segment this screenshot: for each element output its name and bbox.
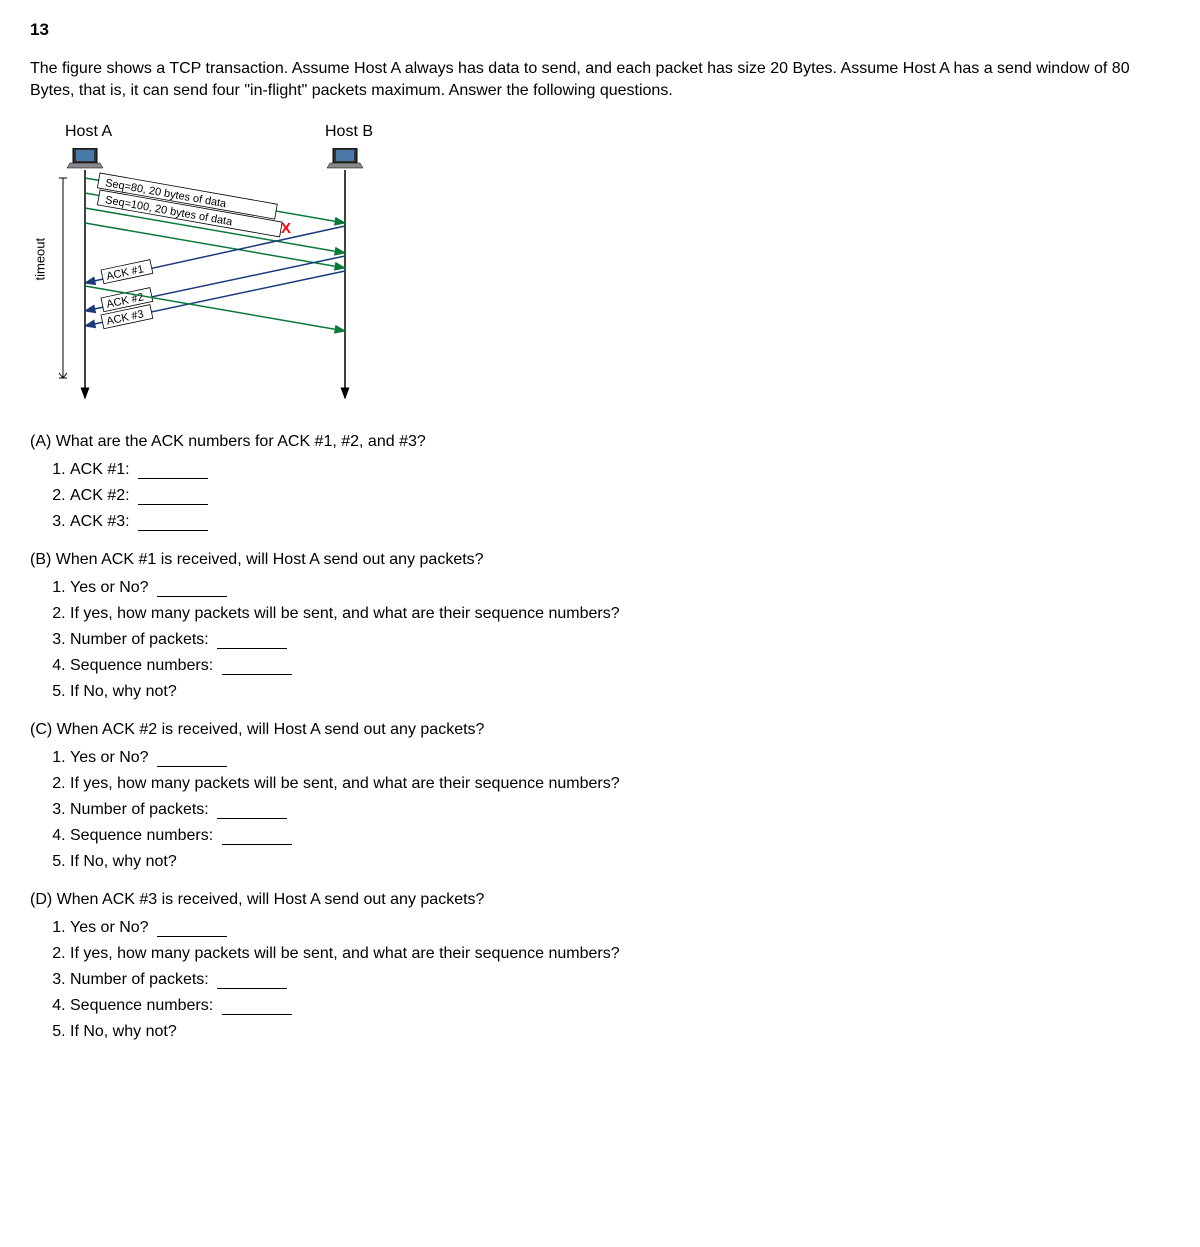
blank-field[interactable]: [157, 596, 227, 597]
part-c-item: Sequence numbers:: [70, 827, 1170, 845]
host-b-label: Host B: [325, 123, 373, 141]
part-a-item: ACK #1:: [70, 461, 1170, 479]
part-b-item: If No, why not?: [70, 683, 1170, 701]
part-c: (C) When ACK #2 is received, will Host A…: [30, 721, 1170, 871]
blank-field[interactable]: [217, 818, 287, 819]
part-c-item: If yes, how many packets will be sent, a…: [70, 775, 1170, 793]
part-a-heading: (A) What are the ACK numbers for ACK #1,…: [30, 433, 1170, 451]
part-d-item: If yes, how many packets will be sent, a…: [70, 945, 1170, 963]
part-d-item: Sequence numbers:: [70, 997, 1170, 1015]
blank-field[interactable]: [222, 1014, 292, 1015]
blank-field[interactable]: [157, 936, 227, 937]
part-c-item: If No, why not?: [70, 853, 1170, 871]
ack3-label: ACK #3: [105, 308, 145, 328]
part-b-heading: (B) When ACK #1 is received, will Host A…: [30, 551, 1170, 569]
blank-field[interactable]: [138, 530, 208, 531]
part-d-item: If No, why not?: [70, 1023, 1170, 1041]
question-number: 13: [30, 20, 1170, 40]
blank-field[interactable]: [222, 844, 292, 845]
part-c-item: Number of packets:: [70, 801, 1170, 819]
part-a-item: ACK #3:: [70, 513, 1170, 531]
part-b-item: Yes or No?: [70, 579, 1170, 597]
part-b-item: If yes, how many packets will be sent, a…: [70, 605, 1170, 623]
part-d-item: Yes or No?: [70, 919, 1170, 937]
part-b: (B) When ACK #1 is received, will Host A…: [30, 551, 1170, 701]
intro-text: The figure shows a TCP transaction. Assu…: [30, 58, 1170, 103]
part-b-item: Number of packets:: [70, 631, 1170, 649]
part-a-item: ACK #2:: [70, 487, 1170, 505]
diagram-svg: X Seq=80, 20 bytes of data Seq=100, 20 b…: [45, 148, 425, 408]
part-d-heading: (D) When ACK #3 is received, will Host A…: [30, 891, 1170, 909]
part-a: (A) What are the ACK numbers for ACK #1,…: [30, 433, 1170, 531]
blank-field[interactable]: [138, 504, 208, 505]
part-b-item: Sequence numbers:: [70, 657, 1170, 675]
part-c-heading: (C) When ACK #2 is received, will Host A…: [30, 721, 1170, 739]
part-c-item: Yes or No?: [70, 749, 1170, 767]
blank-field[interactable]: [138, 478, 208, 479]
blank-field[interactable]: [157, 766, 227, 767]
ack1-label: ACK #1: [105, 263, 145, 283]
part-d: (D) When ACK #3 is received, will Host A…: [30, 891, 1170, 1041]
laptop-a-icon: [67, 148, 103, 168]
blank-field[interactable]: [217, 648, 287, 649]
part-d-item: Number of packets:: [70, 971, 1170, 989]
host-a-label: Host A: [65, 123, 112, 141]
tcp-diagram: Host A Host B timeout: [45, 123, 425, 403]
laptop-b-icon: [327, 148, 363, 168]
blank-field[interactable]: [222, 674, 292, 675]
blank-field[interactable]: [217, 988, 287, 989]
